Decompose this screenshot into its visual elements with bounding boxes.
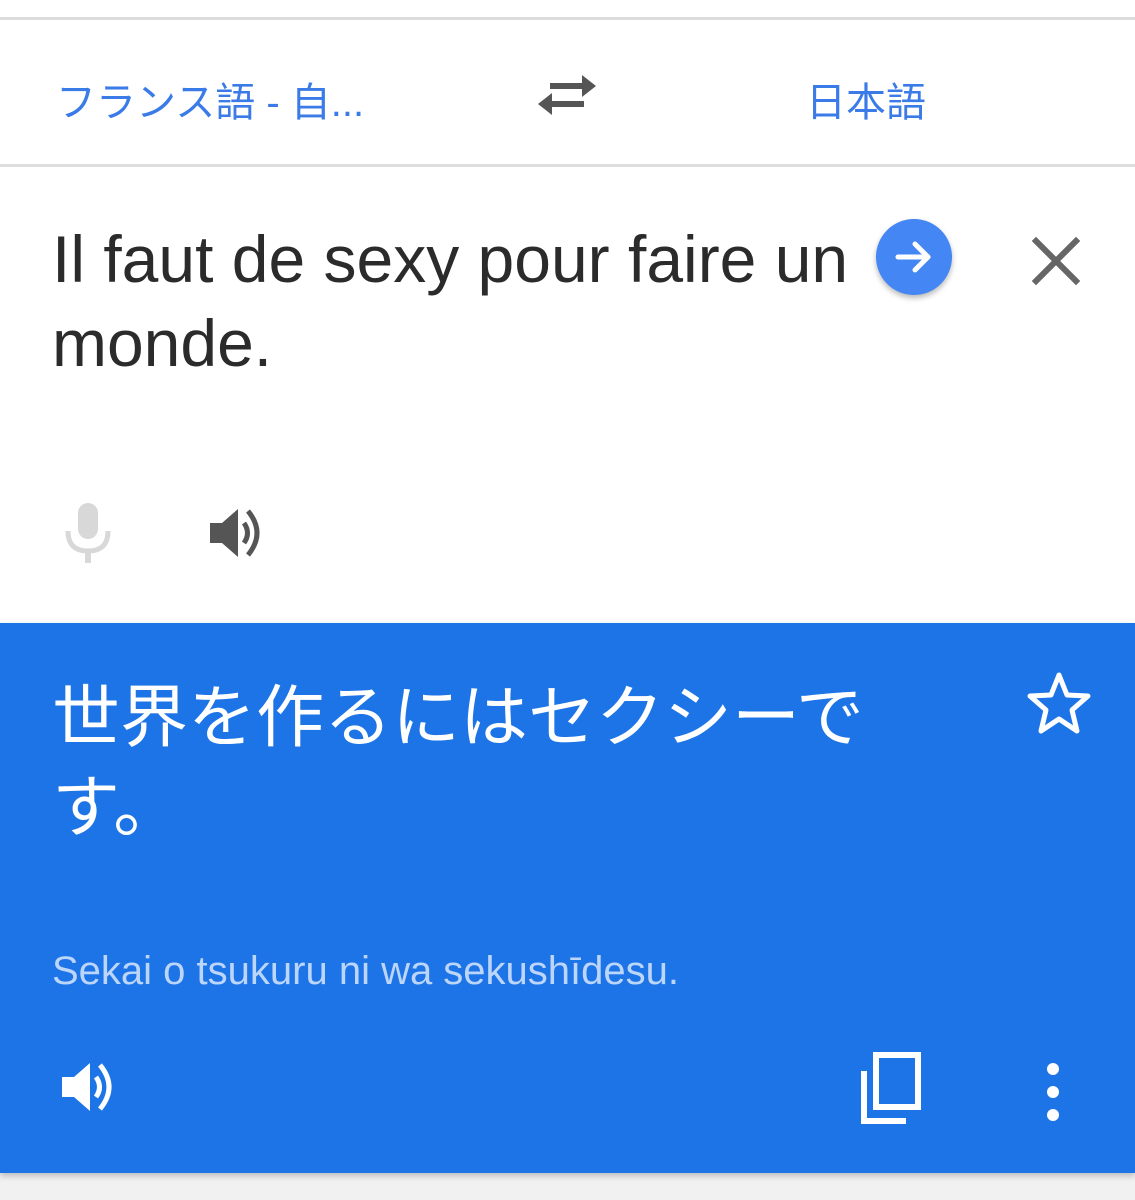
microphone-button[interactable] — [60, 501, 116, 565]
source-text-input[interactable]: Il faut de sexy pour faire un monde. — [52, 217, 852, 385]
more-options-button[interactable] — [1036, 1059, 1070, 1125]
swap-horiz-icon — [538, 75, 596, 115]
source-language-selector[interactable]: フランス語 - 自... — [56, 70, 364, 128]
top-strip — [0, 0, 1135, 18]
swap-languages-button[interactable] — [534, 70, 600, 120]
star-outline-icon — [1027, 672, 1091, 734]
language-bar: フランス語 - 自... 日本語 — [0, 20, 1135, 167]
listen-translation-button[interactable] — [58, 1055, 124, 1119]
copy-translation-button[interactable] — [856, 1049, 928, 1129]
romanization-text: Sekai o tsukuru ni wa sekushīdesu. — [52, 949, 680, 993]
target-language-selector[interactable]: 日本語 — [806, 70, 926, 128]
volume-up-icon — [210, 509, 260, 557]
arrow-forward-icon — [895, 241, 931, 273]
translation-result-card: 世界を作るにはセクシーです。 Sekai o tsukuru ni wa sek… — [0, 623, 1135, 1173]
more-vert-icon — [1047, 1063, 1059, 1121]
save-translation-button[interactable] — [1026, 671, 1092, 737]
listen-source-button[interactable] — [206, 503, 272, 563]
input-panel: Il faut de sexy pour faire un monde. — [0, 167, 1135, 623]
translated-text: 世界を作るにはセクシーです。 — [52, 680, 864, 846]
microphone-icon — [65, 503, 111, 563]
close-icon — [1031, 236, 1081, 286]
copy-icon — [861, 1052, 921, 1124]
volume-up-icon — [62, 1063, 112, 1111]
clear-text-button[interactable] — [1026, 231, 1086, 291]
translate-go-button[interactable] — [876, 219, 952, 295]
